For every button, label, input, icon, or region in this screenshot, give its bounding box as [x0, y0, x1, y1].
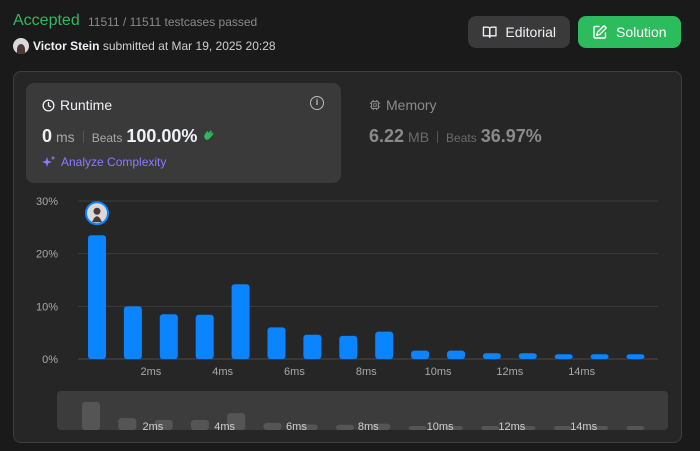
chart-bar[interactable] — [554, 354, 573, 359]
overview-tick-label: 4ms — [214, 421, 235, 433]
chart-bar[interactable] — [303, 334, 322, 359]
chart-bar[interactable] — [518, 353, 537, 359]
overview-bar — [408, 426, 427, 430]
chart-bar[interactable] — [267, 327, 286, 359]
runtime-distribution-chart[interactable]: 30% 20% 10% 0% 2ms 4ms 6ms 8ms 10ms 12ms 14ms 2ms 4m… — [0, 0, 700, 451]
x-tick-label: 4ms — [212, 366, 233, 378]
overview-bar — [336, 424, 355, 430]
chart-bar[interactable] — [375, 331, 394, 359]
chart-bar[interactable] — [626, 354, 645, 359]
chart-bar[interactable] — [88, 235, 106, 359]
x-tick-label: 2ms — [140, 366, 161, 378]
chart-bar[interactable] — [482, 353, 501, 359]
overview-bar — [553, 426, 572, 430]
y-tick-label: 10% — [36, 301, 58, 313]
chart-bar[interactable] — [447, 350, 465, 359]
y-tick-label: 0% — [42, 354, 58, 366]
overview-bar — [118, 418, 137, 430]
overview-tick-label: 2ms — [142, 421, 163, 433]
chart-bar[interactable] — [590, 354, 609, 359]
chart-bar[interactable] — [411, 350, 430, 359]
overview-bar — [626, 426, 645, 430]
x-tick-label: 6ms — [284, 366, 305, 378]
chart-bar[interactable] — [195, 314, 214, 359]
overview-tick-label: 12ms — [498, 421, 525, 433]
overview-bar — [82, 402, 100, 430]
chart-bar[interactable] — [123, 306, 142, 359]
x-tick-label: 10ms — [425, 366, 452, 378]
overview-bar — [263, 422, 282, 430]
x-tick-label: 8ms — [356, 366, 377, 378]
overview-tick-label: 8ms — [358, 421, 379, 433]
overview-tick-label: 6ms — [286, 421, 307, 433]
overview-bar — [481, 426, 500, 430]
chart-bar[interactable] — [339, 335, 358, 359]
overview-tick-label: 10ms — [427, 421, 454, 433]
y-tick-label: 20% — [36, 249, 58, 261]
overview-tick-label: 14ms — [570, 421, 597, 433]
y-tick-label: 30% — [36, 196, 58, 208]
x-tick-label: 12ms — [496, 366, 523, 378]
x-tick-label: 14ms — [568, 366, 595, 378]
avatar-head — [93, 207, 101, 215]
chart-bar[interactable] — [231, 284, 250, 359]
overview-bar — [190, 419, 209, 430]
chart-bar[interactable] — [159, 314, 178, 359]
